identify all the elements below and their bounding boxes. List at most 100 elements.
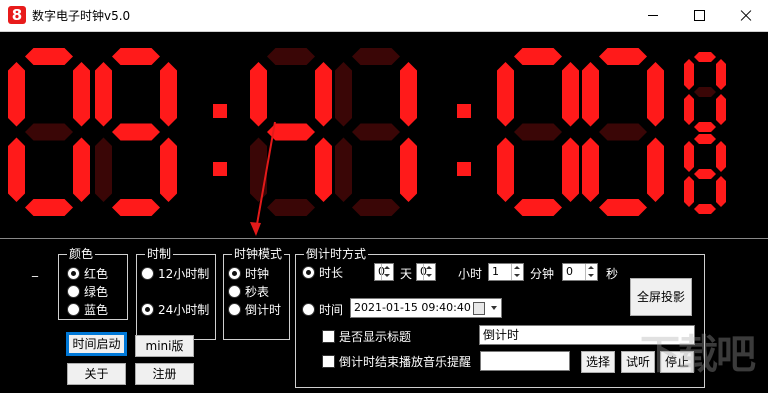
colon-dot (457, 104, 471, 118)
clock-digit-5 (497, 48, 579, 216)
clock-digit-4 (335, 48, 417, 216)
music-file-input[interactable] (480, 351, 570, 371)
color-group: 颜色 红色 绿色 蓝色 (58, 247, 128, 320)
mini-version-button[interactable]: mini版 (135, 335, 194, 357)
hours-unit-label: 小时 (458, 267, 483, 281)
checkbox-icon (322, 330, 335, 343)
segment-a (352, 48, 400, 65)
radio-icon (228, 267, 241, 280)
datetime-picker[interactable]: 2021-01-15 09:40:40 (350, 298, 502, 318)
hour-format-group: 时制 12小时制 24小时制 (136, 247, 216, 340)
segment-d (514, 199, 562, 216)
radio-icon (67, 267, 80, 280)
title-bar: 8 数字电子时钟v5.0 (0, 0, 768, 32)
seconds-stepper[interactable]: 0 (562, 263, 598, 281)
maximize-button[interactable] (676, 0, 722, 31)
segment-e (582, 137, 599, 202)
segment-a (514, 48, 562, 65)
segment-d (25, 199, 73, 216)
color-option-green[interactable]: 绿色 (67, 283, 108, 300)
segment-c (716, 94, 726, 125)
about-button[interactable]: 关于 (67, 363, 126, 385)
segment-a (25, 48, 73, 65)
hour-option-24[interactable]: 24小时制 (141, 301, 209, 318)
radio-icon (302, 266, 315, 279)
segment-c (73, 137, 90, 202)
mode-option-clock[interactable]: 时钟 (228, 265, 269, 282)
segment-c (315, 137, 332, 202)
color-option-blue[interactable]: 蓝色 (67, 301, 108, 318)
stepper-arrows-icon[interactable] (423, 264, 435, 280)
clock-digit-1 (8, 48, 90, 216)
mode-option-stopwatch[interactable]: 秒表 (228, 283, 269, 300)
segment-a (599, 48, 647, 65)
watermark-logo: 下载吧 (640, 332, 756, 378)
segment-d (599, 199, 647, 216)
clock-mode-title: 时钟模式 (232, 247, 285, 261)
radio-icon (141, 267, 154, 280)
radio-icon (67, 303, 80, 316)
app-icon: 8 (8, 6, 26, 24)
segment-e (95, 137, 112, 202)
segment-e (335, 137, 352, 202)
mode-option-countdown[interactable]: 倒计时 (228, 301, 281, 318)
countdown-duration-radio[interactable]: 时长 (302, 264, 343, 281)
segment-e (684, 176, 694, 207)
hour-format-title: 时制 (145, 247, 174, 261)
checkbox-icon (322, 355, 335, 368)
days-stepper[interactable]: 0 (374, 263, 394, 281)
hour-option-12[interactable]: 12小时制 (141, 265, 209, 282)
stepper-arrows-icon[interactable] (585, 264, 597, 280)
segment-f (95, 62, 112, 127)
segment-g (112, 123, 160, 141)
seven-segment-clock-display (8, 48, 726, 236)
calendar-icon[interactable] (473, 302, 485, 315)
segment-c (160, 137, 177, 202)
minutes-stepper[interactable]: 1 (488, 263, 524, 281)
days-unit-label: 天 (400, 267, 413, 281)
segment-c (562, 137, 579, 202)
color-option-red[interactable]: 红色 (67, 265, 108, 282)
pointer-arrow-head (250, 222, 261, 236)
chevron-down-icon[interactable] (491, 306, 497, 310)
countdown-group-title: 倒计时方式 (304, 247, 369, 261)
minimize-button[interactable] (630, 0, 676, 31)
segment-g (599, 123, 647, 141)
radio-icon (67, 285, 80, 298)
countdown-time-radio[interactable]: 时间 (302, 301, 343, 318)
select-music-button[interactable]: 选择 (581, 351, 615, 373)
radio-icon (302, 303, 315, 316)
clock-digit-2 (95, 48, 177, 216)
register-button[interactable]: 注册 (135, 363, 194, 385)
segment-g (514, 123, 562, 141)
segment-e (684, 94, 694, 125)
segment-g (352, 123, 400, 141)
segment-f (335, 62, 352, 127)
window-title: 数字电子时钟v5.0 (32, 9, 131, 23)
ampm-indicator-bottom (684, 134, 726, 214)
segment-f (497, 62, 514, 127)
start-time-button[interactable]: 时间启动 (66, 332, 127, 356)
segment-f (582, 62, 599, 127)
segment-a (267, 48, 315, 65)
colon-dot (213, 162, 227, 176)
segment-g (694, 169, 716, 179)
seconds-unit-label: 秒 (606, 267, 619, 281)
minutes-unit-label: 分钟 (530, 267, 555, 281)
colon-dot (213, 104, 227, 118)
close-button[interactable] (722, 0, 768, 31)
segment-f (8, 62, 25, 127)
hours-stepper[interactable]: 0 (416, 263, 436, 281)
segment-e (8, 137, 25, 202)
show-title-checkbox[interactable]: 是否显示标题 (322, 328, 411, 345)
segment-d (267, 199, 315, 216)
segment-f (684, 141, 694, 172)
segment-d (694, 204, 716, 214)
play-music-checkbox[interactable]: 倒计时结束播放音乐提醒 (322, 353, 471, 370)
stepper-arrows-icon[interactable] (511, 264, 523, 280)
segment-c (716, 176, 726, 207)
color-group-title: 颜色 (67, 247, 96, 261)
stepper-arrows-icon[interactable] (381, 264, 393, 280)
segment-e (250, 137, 267, 202)
fullscreen-projection-button[interactable]: 全屏投影 (630, 278, 692, 316)
